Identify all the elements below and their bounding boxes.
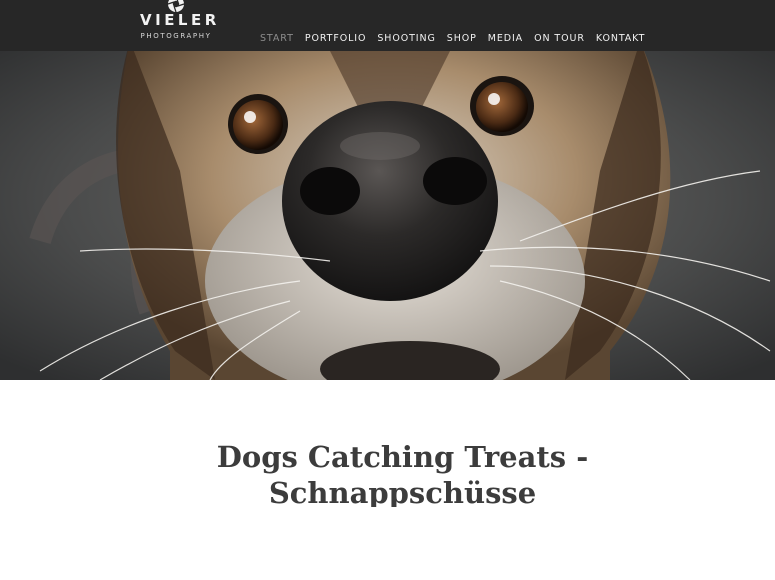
page-title: Dogs Catching Treats - Schnappschüsse <box>216 440 589 508</box>
brand-name: VIELER <box>140 11 220 29</box>
brand-tagline: PHOTOGRAPHY <box>140 32 212 40</box>
nav-item-shooting[interactable]: SHOOTING <box>377 33 435 47</box>
nav-item-start[interactable]: START <box>260 33 294 47</box>
nav-item-media[interactable]: MEDIA <box>488 33 523 47</box>
site-logo[interactable]: VIELER PHOTOGRAPHY <box>140 0 220 44</box>
main-menu: START PORTFOLIO SHOOTING SHOP MEDIA ON T… <box>260 33 645 47</box>
nav-item-kontakt[interactable]: KONTAKT <box>596 33 645 47</box>
nav-item-portfolio[interactable]: PORTFOLIO <box>305 33 367 47</box>
hero-banner <box>0 51 775 380</box>
top-navigation-bar: VIELER PHOTOGRAPHY START PORTFOLIO SHOOT… <box>0 0 775 51</box>
nav-item-on-tour[interactable]: ON TOUR <box>534 33 585 47</box>
nav-item-shop[interactable]: SHOP <box>447 33 477 47</box>
dog-face-photo <box>0 51 775 380</box>
